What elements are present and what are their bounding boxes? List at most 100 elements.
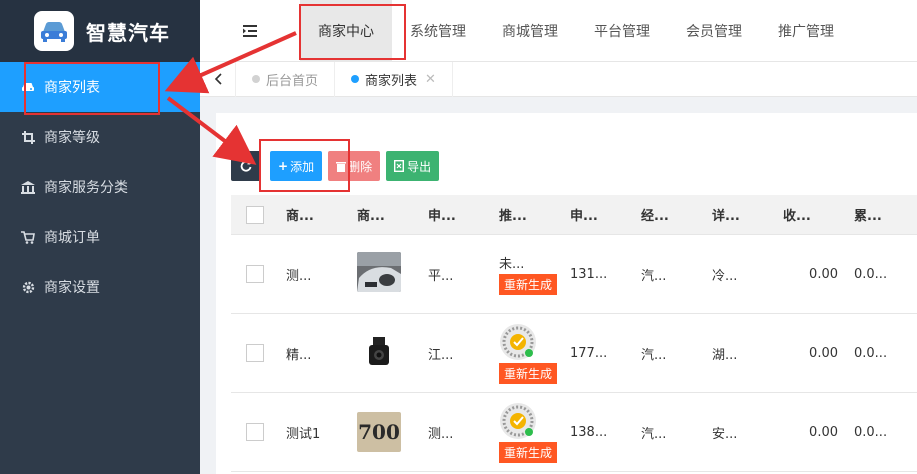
sidebar-item-label: 商家设置: [44, 280, 100, 296]
cart-icon: [20, 229, 36, 245]
income: 0.00: [809, 345, 838, 361]
sidebar-item-merchant-list[interactable]: 商家列表: [0, 62, 200, 112]
crop-icon: [20, 129, 36, 145]
business-type: 汽...: [641, 268, 667, 284]
top-tab-members[interactable]: 会员管理: [668, 0, 760, 62]
total: 0.0...: [854, 424, 888, 440]
promo-cell: 未... 重新生成: [491, 253, 562, 295]
total: 0.0...: [854, 266, 888, 282]
top-tab-promotion[interactable]: 推广管理: [760, 0, 852, 62]
page-tab-merchant-list[interactable]: 商家列表 ✕: [335, 61, 453, 97]
app-title: 智慧汽车: [86, 20, 170, 45]
page-tab-home[interactable]: 后台首页: [236, 61, 336, 97]
merchant-name: 测试1: [286, 426, 321, 442]
column-header[interactable]: 累...: [846, 205, 917, 224]
mini-program-code-icon[interactable]: [499, 323, 537, 361]
sidebar-item-label: 商家等级: [44, 130, 100, 146]
add-button[interactable]: + 添加: [270, 151, 323, 181]
column-header[interactable]: 商...: [349, 205, 420, 224]
phone: 138...: [570, 424, 608, 440]
row-checkbox[interactable]: [245, 423, 264, 441]
trash-icon: [336, 161, 347, 172]
refresh-button[interactable]: [231, 151, 261, 181]
mini-program-code-icon[interactable]: [499, 402, 537, 440]
address-detail: 湖...: [712, 347, 738, 363]
top-tab-platform[interactable]: 平台管理: [576, 0, 668, 62]
delete-button[interactable]: 删除: [328, 151, 381, 181]
car-repair-image[interactable]: [357, 252, 401, 292]
column-header[interactable]: 申...: [420, 205, 491, 224]
merchant-image-cell: [349, 252, 420, 296]
table-header: 商... 商... 申... 推... 申... 经... 详... 收... …: [231, 195, 917, 235]
address-detail: 冷...: [712, 268, 738, 284]
select-all-checkbox[interactable]: [245, 205, 264, 224]
column-header[interactable]: 收...: [775, 205, 846, 224]
regenerate-button[interactable]: 重新生成: [499, 274, 558, 295]
export-button-label: 导出: [407, 159, 432, 174]
top-tab-mall[interactable]: 商城管理: [484, 0, 576, 62]
column-header[interactable]: 详...: [704, 205, 775, 224]
phone: 177...: [570, 345, 608, 361]
row-checkbox[interactable]: [245, 344, 264, 362]
top-nav: 商家中心 系统管理 商城管理 平台管理 会员管理 推广管理: [200, 0, 917, 62]
sidebar-item-label: 商城订单: [44, 230, 100, 246]
row-checkbox-cell: [231, 344, 278, 362]
applicant: 江...: [428, 347, 454, 363]
car-logo-icon: [34, 11, 74, 51]
plus-icon: +: [278, 159, 289, 173]
car-icon: [20, 79, 36, 95]
delete-button-label: 删除: [348, 159, 373, 174]
business-type: 汽...: [641, 426, 667, 442]
main-content: + 添加 删除 导出 商... 商... 申... 推... 申... 经...…: [216, 113, 917, 474]
applicant: 测...: [428, 426, 454, 442]
column-header[interactable]: 申...: [562, 205, 633, 224]
export-file-icon: [394, 160, 405, 172]
menu-toggle-button[interactable]: [200, 0, 300, 62]
app-logo[interactable]: 智慧汽车: [0, 0, 200, 62]
menu-indent-icon: [243, 24, 257, 37]
merchant-image-cell: 700: [349, 412, 420, 452]
close-tab-icon[interactable]: ✕: [425, 72, 436, 87]
column-header[interactable]: 商...: [278, 205, 349, 224]
sidebar-item-merchant-settings[interactable]: 商家设置: [0, 262, 200, 312]
merchant-table: 商... 商... 申... 推... 申... 经... 详... 收... …: [231, 195, 917, 472]
promo-status: 未...: [499, 257, 525, 272]
export-button[interactable]: 导出: [386, 151, 440, 181]
regenerate-button[interactable]: 重新生成: [499, 362, 558, 384]
dashcam-image[interactable]: [357, 331, 401, 371]
business-type: 汽...: [641, 347, 667, 363]
row-checkbox-cell: [231, 265, 278, 283]
row-checkbox[interactable]: [245, 265, 264, 283]
top-tab-merchant-center[interactable]: 商家中心: [300, 0, 392, 62]
income: 0.00: [809, 266, 838, 282]
table-row: 精... 江... 重新生成 177... 汽... 湖... 0.00 0.0…: [231, 314, 917, 393]
column-header[interactable]: 经...: [633, 205, 704, 224]
sidebar-item-merchant-level[interactable]: 商家等级: [0, 112, 200, 162]
number-700-image[interactable]: 700: [357, 412, 401, 452]
promo-cell: 重新生成: [491, 402, 562, 463]
toolbar: + 添加 删除 导出: [231, 151, 445, 181]
refresh-icon: [240, 160, 252, 172]
regenerate-button[interactable]: 重新生成: [499, 441, 558, 463]
tab-dot-icon: [351, 75, 360, 83]
merchant-name: 测...: [286, 268, 312, 284]
chevron-left-icon: [214, 73, 222, 85]
sidebar-item-label: 商家列表: [44, 80, 100, 96]
address-detail: 安...: [712, 426, 738, 442]
tab-dot-icon: [252, 75, 260, 83]
table-row: 测试1 700 测... 重新生成 138... 汽... 安... 0.00 …: [231, 393, 917, 472]
gear-icon: [20, 279, 36, 295]
page-tab-label: 商家列表: [365, 73, 418, 89]
row-checkbox-cell: [231, 423, 278, 441]
phone: 131...: [570, 266, 608, 282]
merchant-image-cell: [349, 331, 420, 375]
sidebar-item-service-category[interactable]: 商家服务分类: [0, 162, 200, 212]
add-button-label: 添加: [290, 159, 315, 174]
table-row: 测... 平... 未... 重新生成 131... 汽... 冷... 0.0…: [231, 235, 917, 314]
page-tabs: 后台首页 商家列表 ✕: [200, 61, 917, 97]
sidebar-item-mall-orders[interactable]: 商城订单: [0, 212, 200, 262]
column-header[interactable]: 推...: [491, 205, 562, 224]
top-tab-system[interactable]: 系统管理: [392, 0, 484, 62]
tabs-prev-button[interactable]: [200, 61, 236, 97]
bank-icon: [20, 179, 36, 195]
